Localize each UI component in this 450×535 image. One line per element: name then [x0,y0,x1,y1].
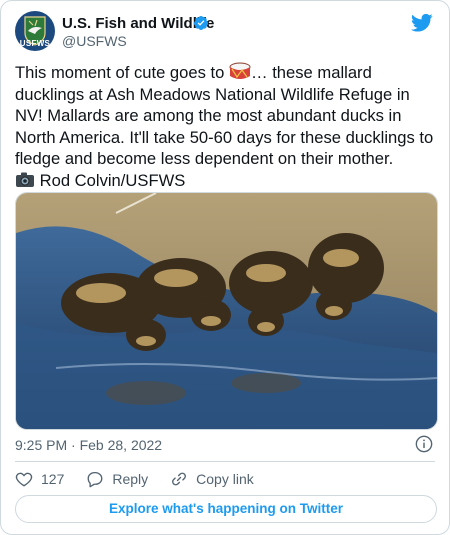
twitter-bird-icon[interactable] [411,13,433,33]
copy-link-label: Copy link [196,471,254,487]
info-icon[interactable] [415,435,433,453]
copy-link-button[interactable]: Copy link [170,470,254,488]
photo-credit: Rod Colvin/USFWS [39,170,186,190]
tweet-text: This moment of cute goes to … these mall… [15,61,439,192]
ducklings-photo-image [16,193,437,429]
tweet-card: USFWS U.S. Fish and Wildlife @USFWS This… [0,0,450,535]
reply-label: Reply [112,471,149,487]
tweet-actions: 127 Reply Copy link [15,469,276,489]
tweet-text-part-1: This moment of cute goes to [15,63,229,82]
avatar-acronym: USFWS [19,39,51,48]
heart-icon [15,472,33,487]
reply-button[interactable]: Reply [86,470,148,488]
tweet-photo[interactable] [15,192,438,430]
account-name[interactable]: U.S. Fish and Wildlife [62,15,214,32]
like-count: 127 [41,471,65,487]
divider [15,461,435,462]
explore-twitter-button[interactable]: Explore what's happening on Twitter [15,495,437,523]
drum-emoji-icon [229,62,251,79]
reply-icon [87,471,103,488]
account-avatar[interactable]: USFWS [15,11,55,51]
link-icon [172,472,187,486]
camera-emoji-icon [16,172,34,187]
like-button[interactable]: 127 [15,470,64,488]
tweet-timestamp[interactable]: 9:25 PM · Feb 28, 2022 [15,437,162,453]
verified-badge-icon [193,16,208,30]
account-handle[interactable]: @USFWS [62,33,127,49]
